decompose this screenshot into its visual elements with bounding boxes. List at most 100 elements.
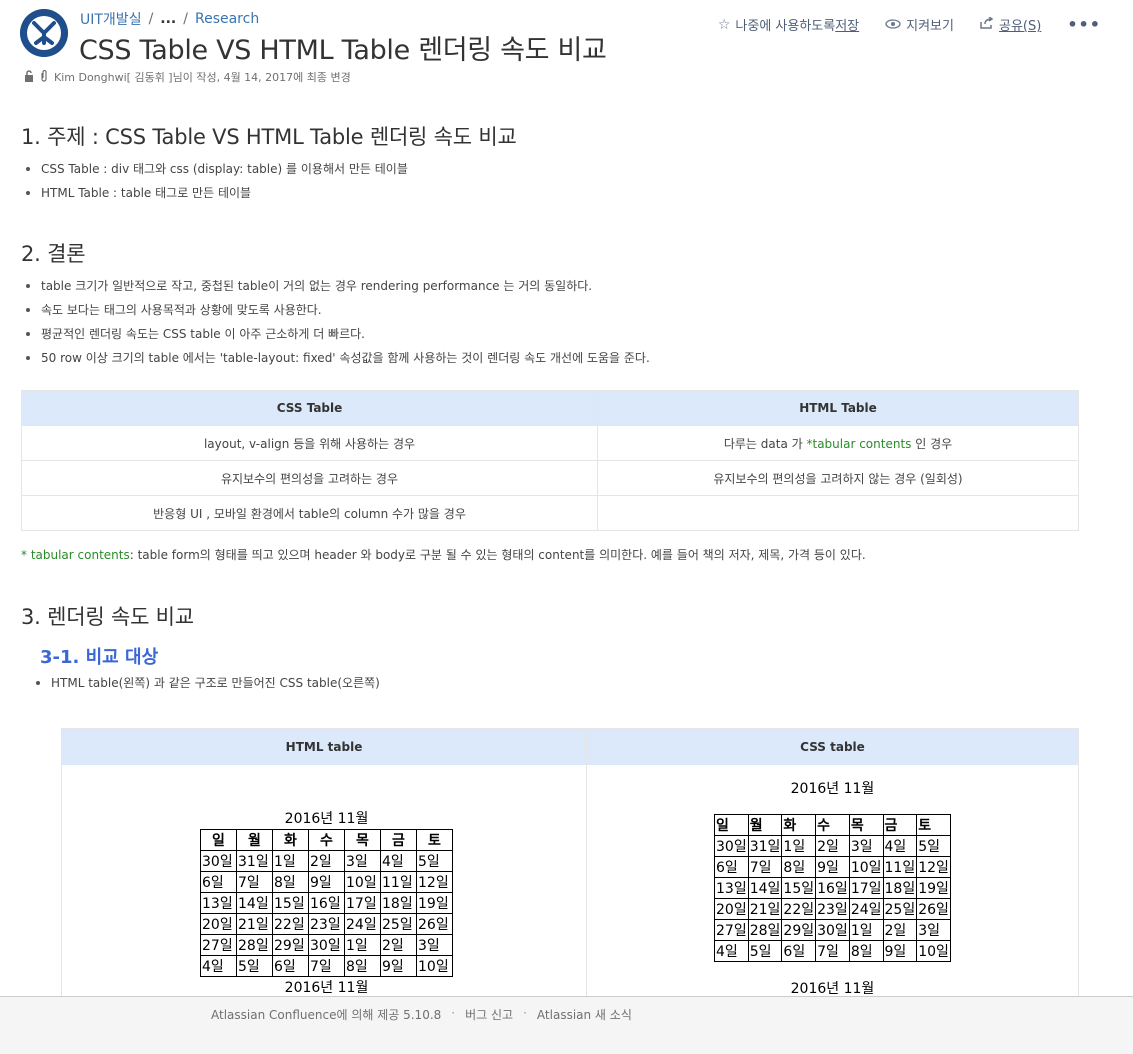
footnote: * tabular contents: table form의 형태를 띄고 있… [21, 546, 1081, 563]
footer-news-link[interactable]: Atlassian 새 소식 [537, 1006, 632, 1023]
week-row: 27일 28일 29일 30일 1일 2일 3일 [200, 934, 453, 956]
day-cell: 30일 [308, 934, 345, 956]
more-actions-button[interactable]: ••• [1067, 15, 1101, 34]
breadcrumb-parent[interactable]: Research [195, 11, 259, 27]
weekday: 금 [380, 829, 417, 851]
day-cell: 9일 [308, 871, 345, 893]
day-cell: 30일 [815, 919, 850, 941]
breadcrumb: UIT개발실 / ... / Research [80, 9, 259, 29]
table-header: HTML Table [597, 390, 1079, 426]
day-cell: 30일 [714, 835, 749, 857]
weekday: 목 [848, 814, 884, 836]
day-cell: 7일 [236, 871, 273, 893]
footnote-term: * tabular contents [21, 548, 130, 562]
demo-table: HTML table CSS table 2016년 11월 일 월 화 수 목… [61, 728, 1079, 1035]
day-cell: 21일 [747, 898, 783, 920]
day-cell: 14일 [236, 892, 273, 914]
day-cell: 8일 [344, 955, 381, 977]
day-cell: 31일 [747, 835, 783, 857]
space-avatar[interactable] [20, 9, 68, 57]
save-for-later-button[interactable]: ☆ 나중에 사용하도록 저장 [718, 15, 860, 35]
share-button[interactable]: 공유(S) [980, 15, 1041, 34]
breadcrumb-separator: / [148, 11, 154, 27]
table-cell: 유지보수의 편의성을 고려하는 경우 [21, 460, 598, 496]
page-title: CSS Table VS HTML Table 렌더링 속도 비교 [79, 35, 607, 66]
day-cell: 9일 [815, 856, 850, 878]
weekday-row: 일 월 화 수 목 금 토 [200, 829, 453, 851]
weekday-row: 일 월 화 수 목 금 토 [714, 814, 951, 836]
day-cell: 13일 [714, 877, 749, 899]
week-row: 4일 5일 6일 7일 8일 9일 10일 [714, 940, 951, 962]
conclusion-list: table 크기가 일반적으로 작고, 중첩된 table이 거의 없는 경우 … [21, 274, 1081, 370]
demo-header-html: HTML table [62, 729, 587, 765]
day-cell: 10일 [416, 955, 453, 977]
list-item: CSS Table : div 태그와 css (display: table)… [21, 157, 1081, 181]
page-byline: Kim Donghwi[ 김동휘 ]님이 작성, 4월 14, 2017에 최종… [24, 69, 351, 85]
comparison-table: CSS Table HTML Table layout, v-align 등을 … [21, 390, 1079, 531]
table-cell: 유지보수의 편의성을 고려하지 않는 경우 (일회성) [597, 460, 1079, 496]
footer-bug-link[interactable]: 버그 신고 [465, 1006, 513, 1023]
week-row: 13일 14일 15일 16일 17일 18일 19일 [714, 877, 951, 899]
day-cell: 3일 [416, 934, 453, 956]
section-title-rendering: 3. 렌더링 속도 비교 [21, 605, 194, 629]
list-item: 50 row 이상 크기의 table 에서는 'table-layout: f… [21, 346, 1081, 370]
table-cell: 반응형 UI , 모바일 환경에서 table의 column 수가 많을 경우 [21, 495, 598, 531]
day-cell: 3일 [916, 919, 951, 941]
weekday: 금 [882, 814, 918, 836]
unlock-icon[interactable] [24, 69, 34, 85]
watch-button[interactable]: 지켜보기 [885, 15, 954, 34]
day-cell: 15일 [272, 892, 309, 914]
attachment-icon[interactable] [40, 69, 48, 85]
breadcrumb-ellipsis[interactable]: ... [160, 11, 176, 27]
demo-header-css: CSS table [800, 740, 865, 754]
save-label: 저장 [835, 19, 860, 34]
day-cell: 29일 [781, 919, 817, 941]
weekday: 일 [714, 814, 749, 836]
section-title-topic: 1. 주제 : CSS Table VS HTML Table 렌더링 속도 비… [21, 125, 517, 149]
weekday: 수 [815, 814, 850, 836]
day-cell: 2일 [380, 934, 417, 956]
watch-label: 지켜보기 [906, 19, 954, 34]
day-cell: 7일 [815, 940, 850, 962]
day-cell: 10일 [916, 940, 951, 962]
footer-powered-link[interactable]: Atlassian Confluence에 의해 제공 5.10.8 [211, 1006, 441, 1023]
day-cell: 8일 [848, 940, 884, 962]
day-cell: 6일 [714, 856, 749, 878]
day-cell: 7일 [747, 856, 783, 878]
day-cell: 16일 [815, 877, 850, 899]
day-cell: 20일 [200, 913, 237, 935]
day-cell: 17일 [848, 877, 884, 899]
day-cell: 23일 [308, 913, 345, 935]
day-cell: 4일 [714, 940, 749, 962]
breadcrumb-space[interactable]: UIT개발실 [80, 9, 142, 29]
day-cell: 5일 [416, 850, 453, 872]
day-cell: 9일 [380, 955, 417, 977]
footer-links: Atlassian Confluence에 의해 제공 5.10.8 · 버그 … [211, 1006, 632, 1023]
tabular-contents-ref: *tabular contents [806, 436, 912, 451]
week-row: 20일 21일 22일 23일 24일 25일 26일 [714, 898, 951, 920]
calendar-table: 일 월 화 수 목 금 토 30일 31일 1일 2일 3일 4일 5일 6일 7일 8일 9일 1… [200, 829, 453, 977]
week-row: 6일 7일 8일 9일 10일 11일 12일 [200, 871, 453, 893]
day-cell: 4일 [380, 850, 417, 872]
css-table-cell: 2016년 11월 일 월 화 수 목 금 토 30일 31일 1일 2일 3일 4일 5일… [587, 765, 1078, 1035]
day-cell: 12일 [916, 856, 951, 878]
table-header-row: CSS Table HTML Table [21, 390, 1079, 426]
page-footer: Atlassian Confluence에 의해 제공 5.10.8 · 버그 … [0, 996, 1133, 1054]
section-title-conclusion: 2. 결론 [21, 242, 86, 266]
day-cell: 11일 [380, 871, 417, 893]
weekday: 화 [781, 814, 817, 836]
day-cell: 10일 [344, 871, 381, 893]
share-label: 공유(S) [998, 19, 1042, 34]
cell-text: 다루는 data 가 [723, 436, 807, 451]
subsection-title: 3-1. 비교 대상 [40, 647, 159, 668]
calendar-caption: 2016년 11월 [284, 811, 369, 827]
day-cell: 15일 [781, 877, 817, 899]
day-cell: 22일 [272, 913, 309, 935]
list-item: table 크기가 일반적으로 작고, 중첩된 table이 거의 없는 경우 … [21, 274, 1081, 298]
day-cell: 5일 [747, 940, 783, 962]
save-prefix: 나중에 사용하도록 [735, 19, 836, 34]
eye-icon [885, 17, 901, 33]
day-cell: 1일 [272, 850, 309, 872]
week-row: 13일 14일 15일 16일 17일 18일 19일 [200, 892, 453, 914]
weekday: 수 [308, 829, 345, 851]
